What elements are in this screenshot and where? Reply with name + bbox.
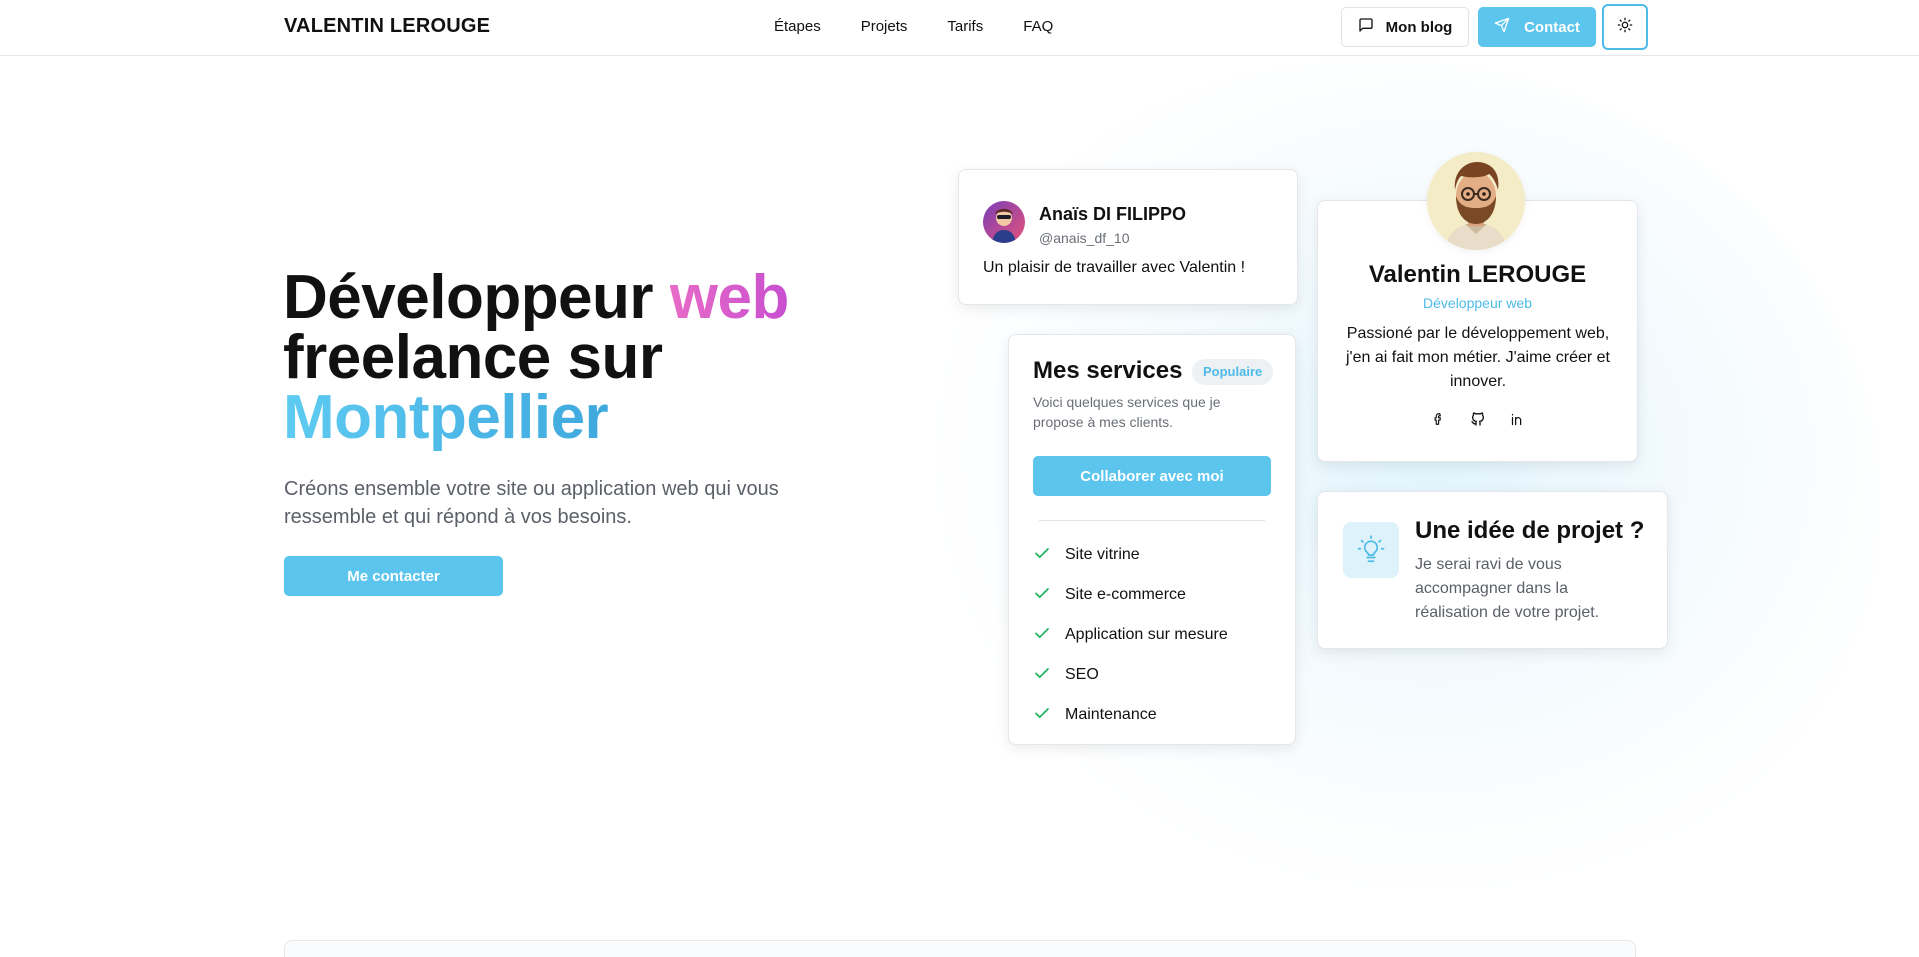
project-idea-title: Une idée de projet ?: [1415, 517, 1645, 544]
linkedin-icon[interactable]: [1509, 410, 1527, 428]
testimonial-handle: @anais_df_10: [1039, 230, 1130, 246]
github-icon[interactable]: [1469, 410, 1487, 428]
profile-name: Valentin LEROUGE: [1368, 261, 1587, 288]
site-brand[interactable]: VALENTIN LEROUGE: [284, 15, 490, 38]
contact-button-label: Contact: [1524, 18, 1580, 36]
testimonial-card: Anaïs DI FILIPPO @anais_df_10 Un plaisir…: [958, 169, 1298, 305]
hero-title-highlight-city: Montpellier: [283, 383, 609, 452]
services-card: Mes services Populaire Voici quelques se…: [1008, 334, 1296, 745]
check-icon: [1033, 704, 1051, 727]
testimonial-name: Anaïs DI FILIPPO: [1039, 204, 1187, 224]
nav-item-tarifs[interactable]: Tarifs: [947, 18, 983, 35]
send-icon: [1494, 17, 1510, 37]
list-item: Application sur mesure: [1033, 615, 1228, 655]
services-title: Mes services: [1033, 357, 1183, 384]
services-divider: [1039, 520, 1265, 521]
contact-button[interactable]: Contact: [1478, 7, 1596, 47]
message-square-icon: [1358, 17, 1374, 37]
me-contacter-button[interactable]: Me contacter: [284, 556, 503, 596]
project-idea-card: Une idée de projet ? Je serai ravi de vo…: [1317, 491, 1668, 649]
profile-bio: Passioné par le développement web, j'en …: [1346, 325, 1610, 390]
services-description: Voici quelques services que je propose à…: [1033, 394, 1221, 430]
facebook-icon[interactable]: [1429, 410, 1447, 428]
check-icon: [1033, 624, 1051, 647]
hero-title-highlight-web: web: [669, 263, 790, 332]
nav-item-faq[interactable]: FAQ: [1023, 18, 1053, 35]
hero-title-part1: Développeur: [283, 263, 670, 332]
service-label: Site e-commerce: [1065, 586, 1186, 603]
lightbulb-icon: [1343, 522, 1399, 578]
hero-title-part2: freelance sur: [283, 323, 663, 392]
blog-button[interactable]: Mon blog: [1341, 7, 1469, 47]
profile-role: Développeur web: [1423, 295, 1532, 311]
list-item: Site e-commerce: [1033, 575, 1228, 615]
service-label: Site vitrine: [1065, 546, 1140, 563]
check-icon: [1033, 544, 1051, 567]
profile-avatar: [1427, 152, 1525, 250]
site-header: VALENTIN LEROUGE Étapes Projets Tarifs F…: [0, 0, 1919, 56]
nav-item-projets[interactable]: Projets: [861, 18, 908, 35]
testimonial-quote: Un plaisir de travailler avec Valentin !: [983, 259, 1246, 276]
next-section-container: [284, 940, 1636, 957]
service-label: Application sur mesure: [1065, 626, 1228, 643]
list-item: Site vitrine: [1033, 535, 1228, 575]
services-list: Site vitrine Site e-commerce Application…: [1033, 535, 1228, 735]
testimonial-avatar: [983, 201, 1025, 243]
service-label: Maintenance: [1065, 706, 1157, 723]
service-label: SEO: [1065, 666, 1099, 683]
hero-title: Développeur web freelance sur Montpellie…: [283, 267, 789, 449]
list-item: SEO: [1033, 655, 1228, 695]
blog-button-label: Mon blog: [1385, 18, 1453, 36]
list-item: Maintenance: [1033, 695, 1228, 735]
popular-badge: Populaire: [1192, 359, 1274, 385]
sun-icon: [1617, 17, 1633, 38]
collaborer-button[interactable]: Collaborer avec moi: [1033, 456, 1271, 496]
theme-toggle-button[interactable]: [1602, 4, 1648, 50]
nav-item-etapes[interactable]: Étapes: [774, 18, 821, 35]
check-icon: [1033, 584, 1051, 607]
hero-subtitle: Créons ensemble votre site ou applicatio…: [284, 478, 779, 528]
social-links: [1318, 410, 1637, 428]
main-nav: Étapes Projets Tarifs FAQ: [774, 18, 1053, 35]
project-idea-description: Je serai ravi de vous accompagner dans l…: [1415, 556, 1600, 621]
check-icon: [1033, 664, 1051, 687]
